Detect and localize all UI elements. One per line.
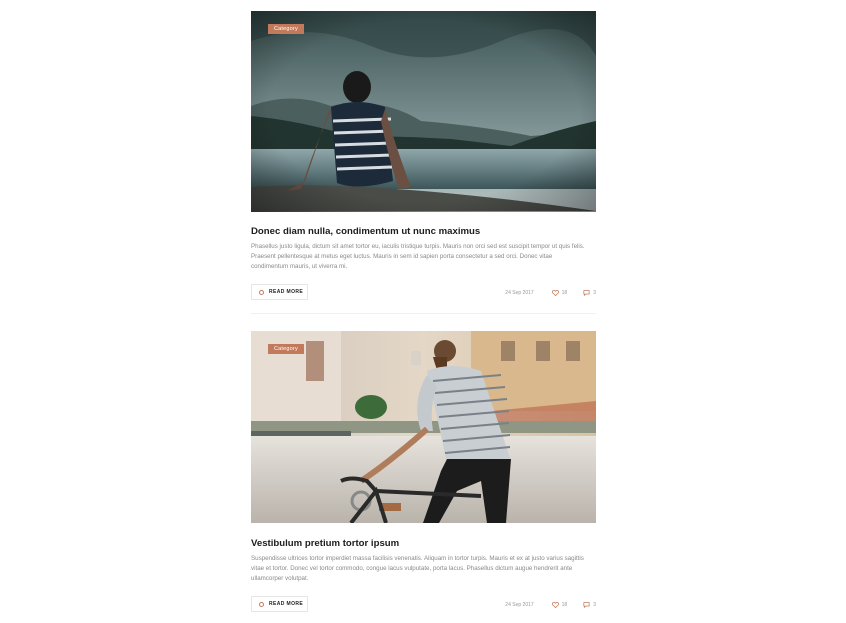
heart-icon [551, 601, 559, 608]
category-badge[interactable]: Category [268, 344, 304, 354]
comment-icon [583, 601, 590, 608]
comments-count: 3 [593, 289, 596, 296]
blog-post: Category Vestibulum pretium tortor ipsum… [251, 331, 596, 612]
post-title[interactable]: Vestibulum pretium tortor ipsum [251, 538, 399, 549]
circle-icon [259, 601, 264, 607]
likes-counter[interactable]: 18 [551, 601, 568, 608]
read-more-label: READ MORE [269, 601, 304, 607]
post-image[interactable]: Category [251, 331, 596, 523]
heart-icon [551, 289, 559, 296]
category-badge[interactable]: Category [268, 24, 304, 34]
cyclist-photo [251, 331, 596, 523]
post-divider [251, 313, 596, 314]
post-meta: 24 Sep 2017 18 3 [505, 288, 596, 297]
comments-count: 3 [593, 601, 596, 608]
blog-post: Category Donec diam nulla, condimentum u… [251, 11, 596, 314]
lake-photo [251, 11, 596, 212]
post-date: 24 Sep 2017 [505, 289, 534, 296]
read-more-button[interactable]: READ MORE [251, 284, 308, 300]
post-excerpt: Suspendisse ultrices tortor imperdiet ma… [251, 555, 584, 582]
post-footer: READ MORE 24 Sep 2017 18 3 [251, 595, 596, 613]
likes-counter[interactable]: 18 [551, 289, 568, 296]
comments-counter[interactable]: 3 [583, 290, 596, 296]
circle-icon [259, 289, 264, 295]
post-meta: 24 Sep 2017 18 3 [505, 600, 596, 609]
read-more-label: READ MORE [269, 289, 304, 295]
post-image[interactable]: Category [251, 11, 596, 212]
post-date: 24 Sep 2017 [505, 601, 534, 608]
likes-count: 18 [561, 289, 568, 296]
post-title[interactable]: Donec diam nulla, condimentum ut nunc ma… [251, 226, 480, 237]
likes-count: 18 [561, 601, 568, 608]
read-more-button[interactable]: READ MORE [251, 596, 308, 612]
post-footer: READ MORE 24 Sep 2017 18 3 [251, 283, 596, 301]
comments-counter[interactable]: 3 [583, 602, 596, 608]
post-excerpt: Phasellus justo ligula, dictum sit amet … [251, 243, 585, 270]
comment-icon [583, 289, 590, 296]
